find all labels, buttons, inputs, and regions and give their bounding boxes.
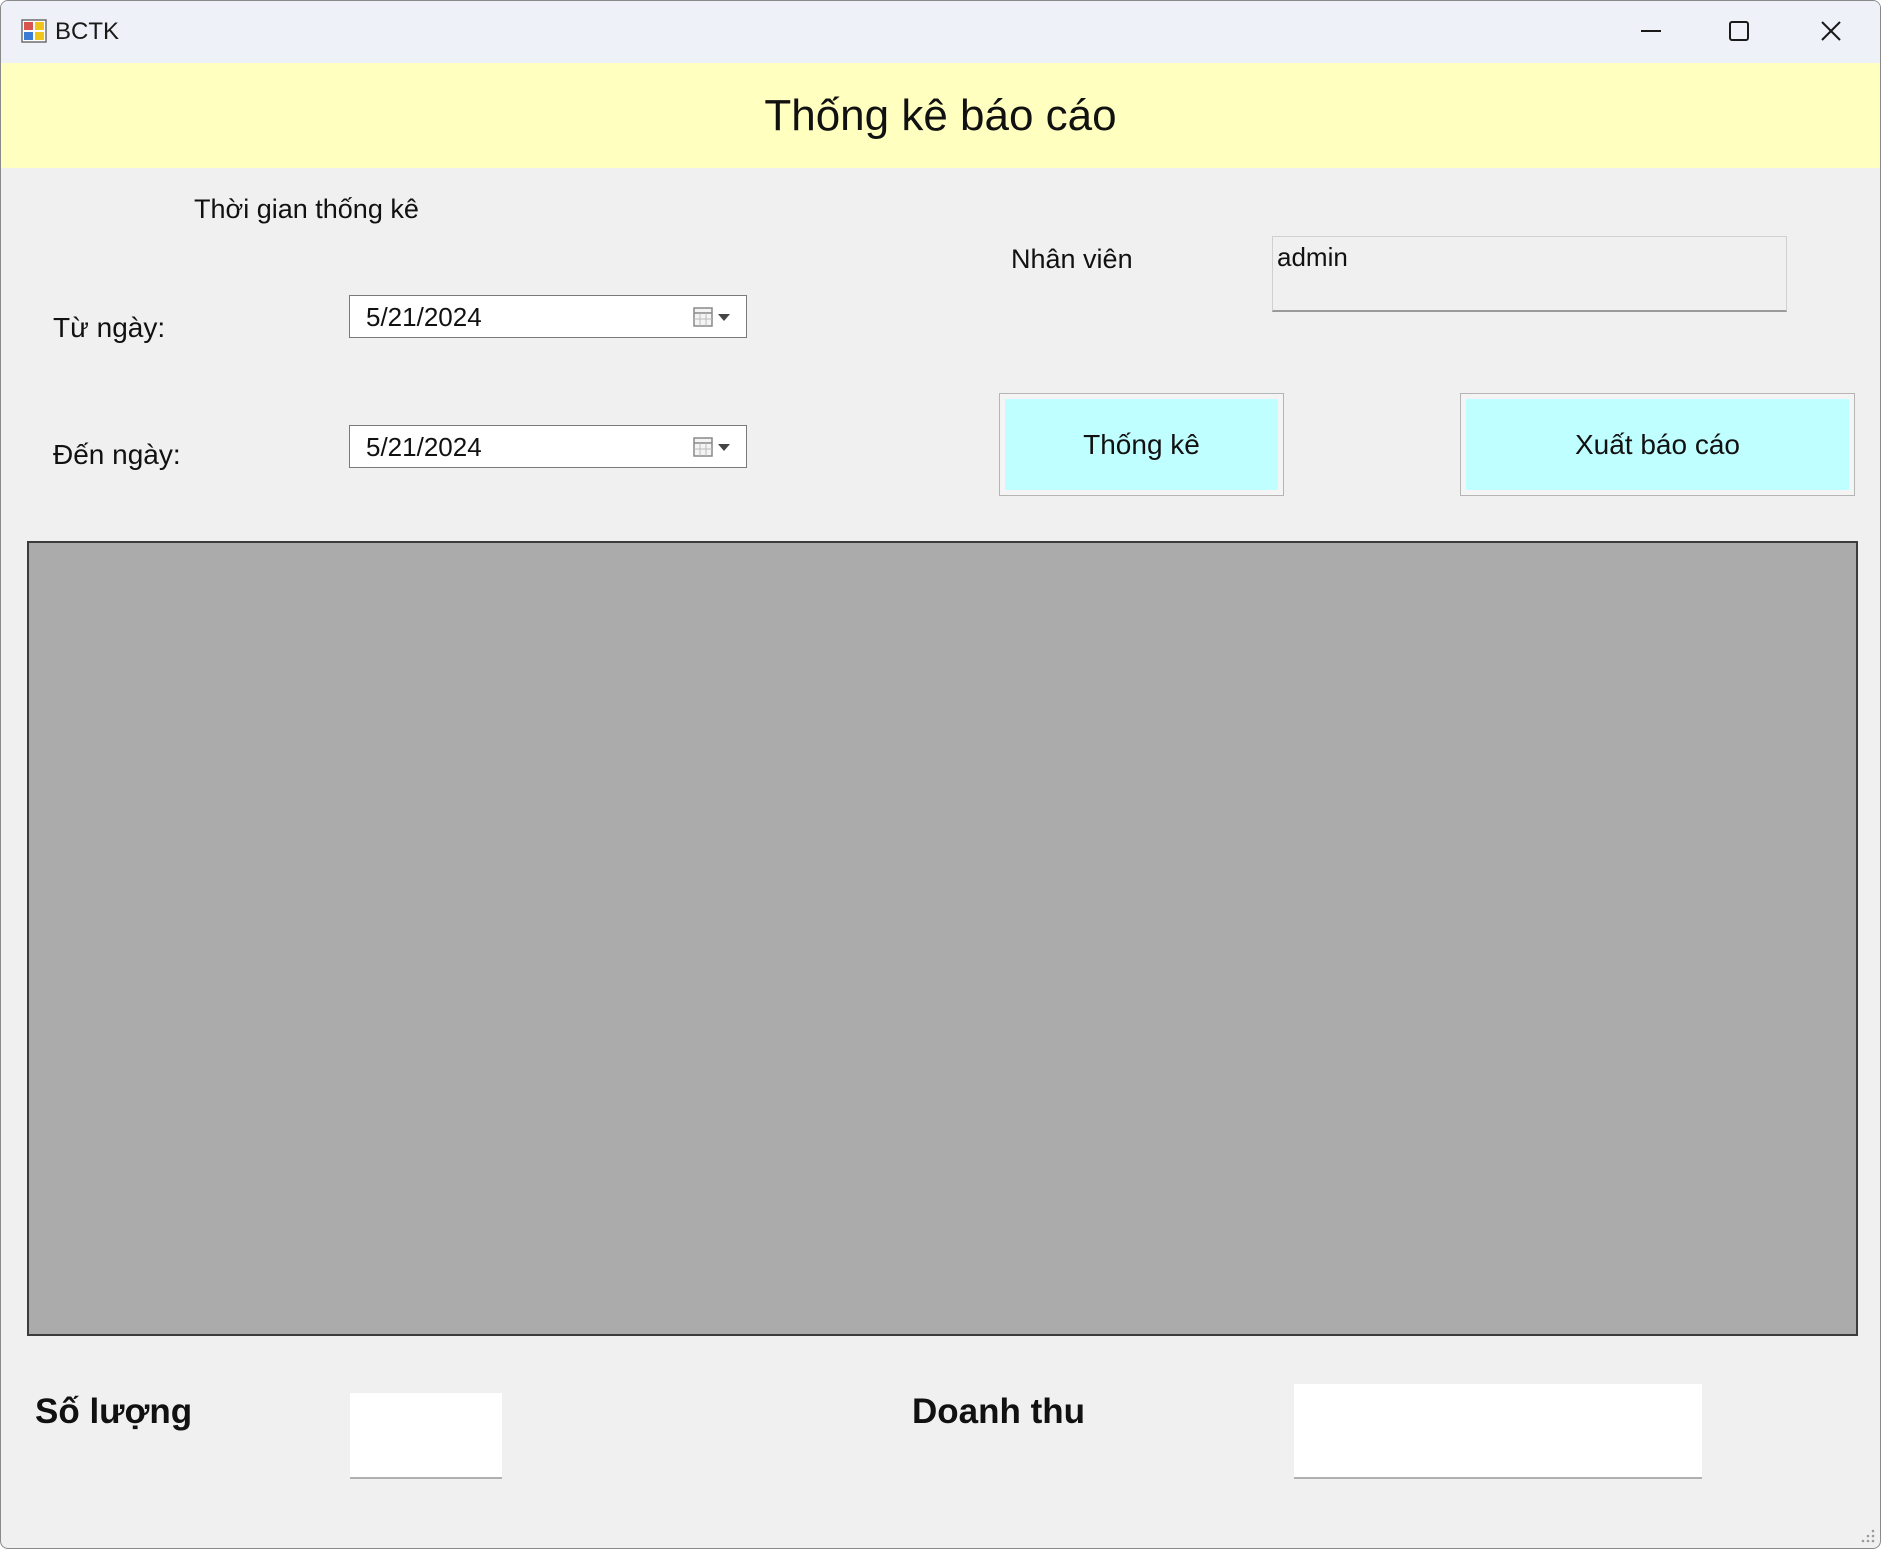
employee-field[interactable]: admin (1272, 236, 1787, 312)
close-icon (1821, 21, 1841, 41)
close-button[interactable] (1786, 1, 1876, 61)
from-date-value: 5/21/2024 (366, 302, 482, 332)
export-report-button-label: Xuất báo cáo (1574, 428, 1741, 460)
to-date-picker[interactable]: 5/21/2024 (349, 425, 747, 468)
maximize-icon (1729, 21, 1749, 41)
quantity-field[interactable] (350, 1393, 502, 1479)
title-bar[interactable]: BCTK (1, 1, 1880, 63)
from-date-label: Từ ngày: (53, 312, 166, 343)
employee-label: Nhân viên (1011, 244, 1133, 274)
calendar-dropdown-icon[interactable] (692, 306, 736, 328)
window-title: BCTK (55, 18, 120, 45)
export-report-button[interactable]: Xuất báo cáo (1460, 393, 1855, 496)
page-title: Thống kê báo cáo (764, 91, 1117, 140)
maximize-button[interactable] (1694, 1, 1784, 61)
quantity-label: Số lượng (35, 1392, 193, 1431)
statistics-button-label: Thống kê (1083, 428, 1200, 460)
minimize-icon (1641, 30, 1661, 32)
report-data-grid[interactable] (27, 541, 1858, 1336)
app-icon (21, 19, 47, 43)
revenue-field[interactable] (1294, 1384, 1702, 1479)
from-date-picker[interactable]: 5/21/2024 (349, 295, 747, 338)
main-window: BCTK Thống kê báo cáo Thời gian thống kê… (0, 0, 1881, 1549)
calendar-dropdown-icon[interactable] (692, 436, 736, 458)
minimize-button[interactable] (1604, 1, 1694, 61)
header-band: Thống kê báo cáo (1, 63, 1880, 168)
time-section-label: Thời gian thống kê (194, 194, 419, 224)
employee-value: admin (1277, 242, 1348, 272)
revenue-label: Doanh thu (912, 1392, 1086, 1431)
to-date-label: Đến ngày: (53, 439, 181, 470)
to-date-value: 5/21/2024 (366, 432, 482, 462)
resize-grip-icon[interactable] (1858, 1526, 1876, 1544)
statistics-button[interactable]: Thống kê (999, 393, 1284, 496)
